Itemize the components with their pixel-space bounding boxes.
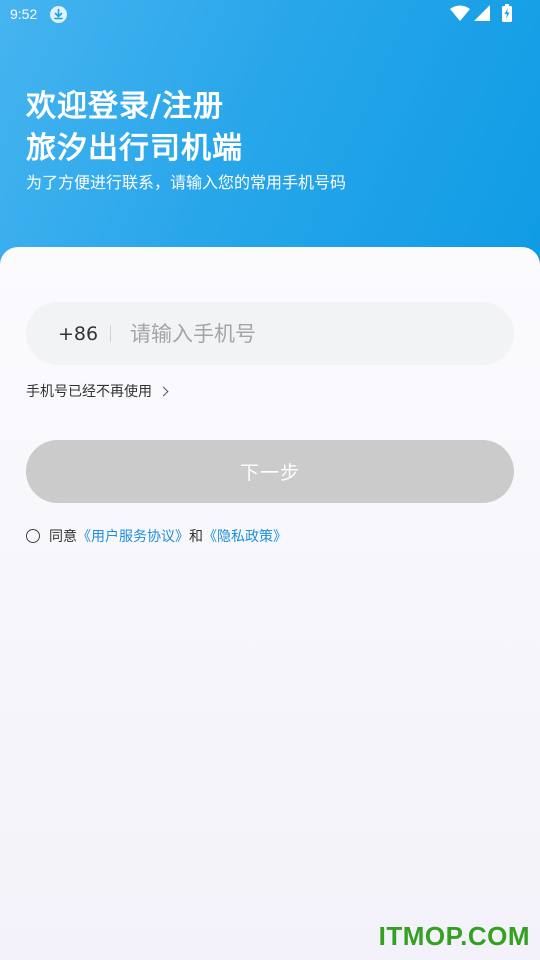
number-no-longer-used-link[interactable]: 手机号已经不再使用 xyxy=(26,381,169,401)
privacy-policy-link[interactable]: 《隐私政策》 xyxy=(203,526,287,546)
page-subtitle: 为了方便进行联系，请输入您的常用手机号码 xyxy=(26,173,347,192)
phone-input[interactable] xyxy=(130,312,490,355)
cellular-signal-icon xyxy=(474,5,490,25)
country-code[interactable]: +86 xyxy=(58,322,98,346)
agreement-and: 和 xyxy=(189,529,203,545)
agreement-row: 同意 《用户服务协议》 和 《隐私政策》 xyxy=(26,526,287,546)
status-bar: 9:52 xyxy=(0,0,540,32)
welcome-headline: 欢迎登录/注册 旅汐出行司机端 为了方便进行联系，请输入您的常用手机号码 xyxy=(26,86,346,194)
phone-number-field: +86 xyxy=(26,302,514,365)
next-step-button[interactable]: 下一步 xyxy=(26,440,514,503)
page-title: 欢迎登录/注册 xyxy=(26,89,224,124)
download-notification-icon xyxy=(50,6,67,23)
wifi-icon xyxy=(450,5,470,25)
battery-charging-icon xyxy=(502,4,512,26)
chevron-right-icon xyxy=(158,386,169,396)
agreement-radio[interactable] xyxy=(26,529,40,543)
watermark: ITMOP.COM xyxy=(378,921,530,951)
agreement-prefix: 同意 xyxy=(49,529,77,545)
user-agreement-link[interactable]: 《用户服务协议》 xyxy=(77,526,189,546)
status-time: 9:52 xyxy=(10,6,38,22)
login-card: +86 手机号已经不再使用 下一步 同意 《用户服务协议》 和 《隐私政策》 xyxy=(0,247,540,960)
app-name-title: 旅汐出行司机端 xyxy=(26,131,243,166)
field-divider xyxy=(110,325,111,342)
number-no-longer-used-label: 手机号已经不再使用 xyxy=(26,384,152,400)
